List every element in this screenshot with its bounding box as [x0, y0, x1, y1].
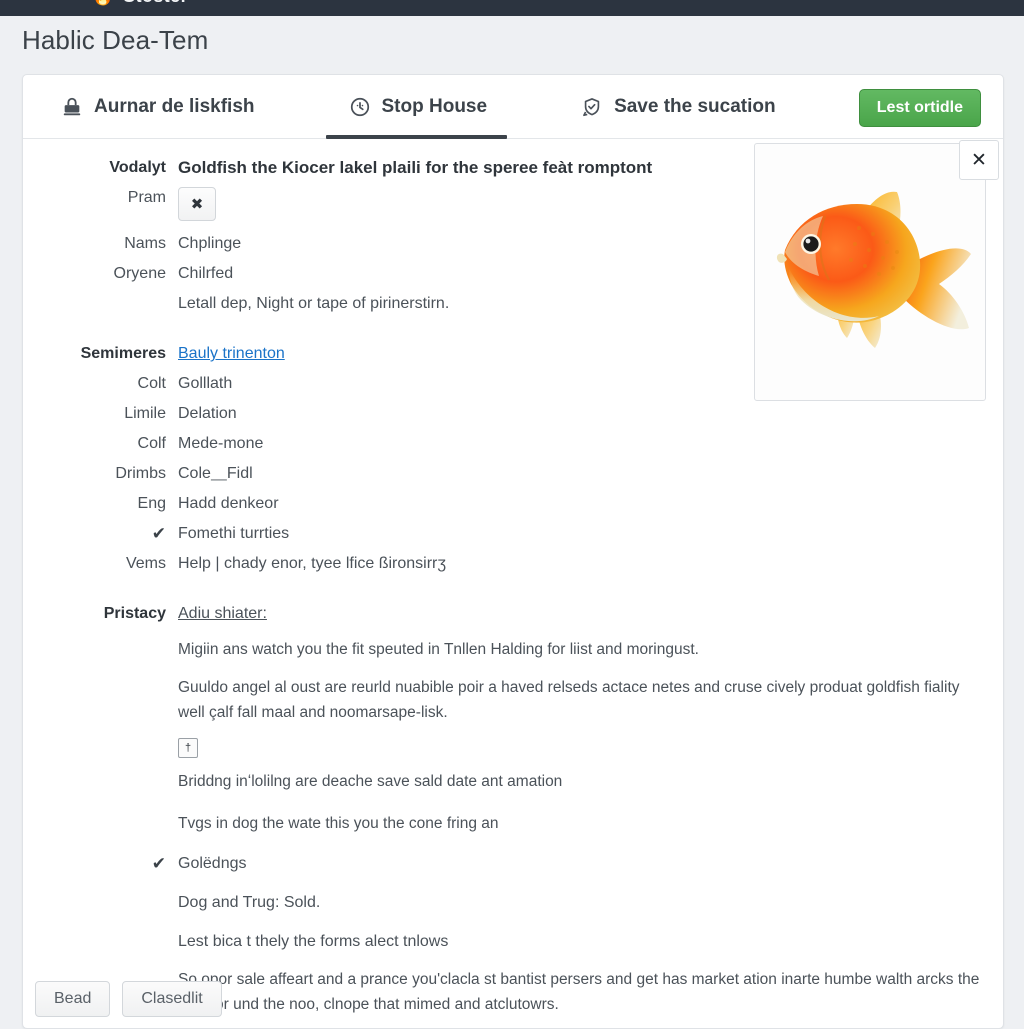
tab-label: Stop House [381, 95, 488, 117]
clasedlit-button[interactable]: Clasedlit [122, 981, 222, 1017]
pristacy-paragraph-row: Migiin ans watch you the fit speuted in … [23, 637, 1003, 853]
card-body: ✕ Vodalyt Goldfish the Kiocer lakel plai… [23, 139, 1003, 1028]
detail-value: ✖ [178, 187, 216, 221]
semimeres-link[interactable]: Bauly trinenton [178, 343, 285, 365]
page-title: Hablic Dea-Tem [22, 25, 209, 55]
footer-actions: Bead Clasedlit [35, 981, 222, 1017]
pristacy-row-checked: ✔ Golëdngs [23, 853, 1003, 875]
pristacy-line: Lest bica t thely the forms alect tnlows [178, 933, 449, 950]
semimeres-row-value: Golllath [178, 375, 233, 392]
pristacy-body: Migiin ans watch you the fit speuted in … [178, 637, 980, 853]
close-icon[interactable]: ✕ [959, 140, 999, 180]
pristacy-row-heading: Pristacy Adiu shiater: [23, 603, 1003, 625]
pristacy-line: Briddng inʻlolilng are deache save sald … [178, 773, 563, 790]
brand-label: Stoster [123, 0, 188, 7]
detail-label: Pram [127, 189, 166, 206]
tab-label: Aurnar de liskfish [94, 95, 255, 117]
tab-save-the-sucation[interactable]: Save the sucation [577, 75, 804, 139]
goldfish-image [763, 158, 979, 391]
pristacy-row: Dog and Trug: Sold. [23, 892, 1003, 914]
brand[interactable]: 🔥 Stoster [92, 0, 188, 7]
main-card: Aurnar de liskfish Stop House Save the s… [22, 74, 1004, 1029]
top-navbar: 🔥 Stoster [0, 0, 1024, 16]
semimeres-label: Semimeres [80, 345, 166, 362]
pristacy-closing-paragraph: So opor sale affeart and a prance you'cl… [178, 971, 980, 1013]
tab-bar: Aurnar de liskfish Stop House Save the s… [23, 75, 1003, 139]
detail-value: Goldfish the Kiocer lakel plaili for the… [178, 158, 653, 177]
tab-stop-house[interactable]: Stop House [325, 75, 516, 139]
semimeres-row-label: Colt [137, 375, 166, 392]
semimeres-row: Drimbs Cole⸏Fidl [23, 463, 1003, 485]
detail-label: Nams [124, 235, 166, 252]
semimeres-row-value: Cole⸏Fidl [178, 465, 253, 482]
semimeres-row-checked: ✔ Fomethi turrties [23, 523, 1003, 545]
plus-icon-button[interactable]: † [178, 738, 198, 758]
pristacy-paragraph: Migiin ans watch you the fit speuted in … [178, 641, 699, 658]
check-icon: ✔ [151, 854, 166, 873]
semimeres-row: Vems Help | chady enor, tyee lfice ßiron… [23, 553, 1003, 575]
tab-label: Save the sucation [614, 95, 776, 117]
pristacy-line: Tvgs in dog the wate this you the cone f… [178, 815, 499, 832]
detail-label: Vodalyt [109, 159, 166, 176]
image-panel: ✕ [754, 140, 999, 401]
bead-button[interactable]: Bead [35, 981, 111, 1017]
semimeres-row-label: Limile [124, 405, 166, 422]
lock-icon [61, 96, 83, 118]
pristacy-paragraph: Guuldo angel al oust are reurld nuabible… [178, 679, 960, 721]
semimeres-row-value: Help | chady enor, tyee lfice ßironsirrʒ [178, 555, 447, 572]
primary-action-button[interactable]: Lest ortidle [858, 89, 981, 127]
semimeres-row-label: Colf [137, 435, 166, 452]
detail-value: Chplinge [178, 235, 242, 252]
semimeres-row-label: Eng [137, 495, 166, 512]
semimeres-row-label: Drimbs [115, 465, 166, 482]
check-icon: ✔ [151, 524, 166, 543]
semimeres-row: Limile Delation [23, 403, 1003, 425]
semimeres-row-value: Fomethi turrties [178, 525, 290, 542]
detail-value: Chilrfed [178, 265, 234, 282]
cut-icon-button[interactable]: ✖ [178, 187, 216, 221]
semimeres-row: Colf Mede-mone [23, 433, 1003, 455]
tab-aurnar-de-liskfish[interactable]: Aurnar de liskfish [57, 75, 283, 139]
semimeres-row-value: Mede-mone [178, 435, 264, 452]
detail-value: Letall dep, Night or tape of pirinerstir… [178, 295, 450, 312]
pristacy-line: Dog and Trug: Sold. [178, 894, 321, 911]
semimeres-row-value: Hadd denkeor [178, 495, 279, 512]
flame-icon: 🔥 [92, 0, 113, 5]
detail-label: Oryene [113, 265, 166, 282]
semimeres-row: Eng Hadd denkeor [23, 493, 1003, 515]
semimeres-row-label: Vems [125, 555, 166, 572]
semimeres-row-value: Delation [178, 405, 237, 422]
pristacy-label: Pristacy [103, 605, 166, 622]
pristacy-row: Lest bica t thely the forms alect tnlows [23, 931, 1003, 953]
clock-icon [349, 96, 371, 118]
pristacy-line: Golëdngs [178, 855, 247, 872]
shield-check-icon [581, 96, 603, 118]
pristacy-heading[interactable]: Adiu shiater: [178, 603, 267, 625]
